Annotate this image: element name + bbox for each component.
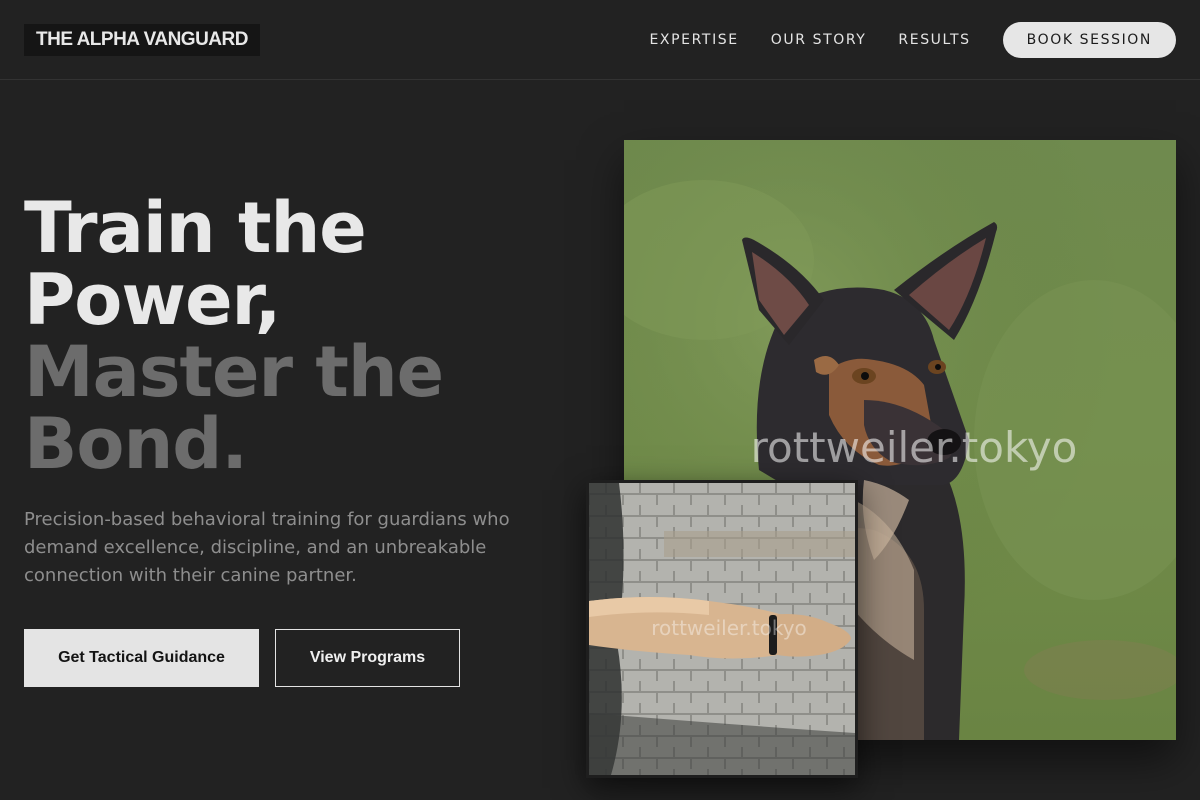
view-programs-button[interactable]: View Programs <box>275 629 460 687</box>
hero-title-line-1: Train the <box>24 187 367 269</box>
nav-link-results[interactable]: RESULTS <box>898 32 970 48</box>
hero-title-line-2: Power, <box>24 259 281 341</box>
site-header: THE ALPHA VANGUARD EXPERTISE OUR STORY R… <box>0 0 1200 80</box>
hero-subtitle: Precision-based behavioral training for … <box>24 509 510 586</box>
small-photo-watermark: rottweiler.tokyo <box>651 616 807 640</box>
get-tactical-guidance-button[interactable]: Get Tactical Guidance <box>24 629 259 687</box>
main-photo-watermark: rottweiler.tokyo <box>751 423 1078 472</box>
nav-link-our-story[interactable]: OUR STORY <box>771 32 867 48</box>
main-nav: EXPERTISE OUR STORY RESULTS BOOK SESSION <box>617 21 1176 58</box>
hero-title-line-4: Bond. <box>24 403 248 485</box>
sleeping-dog-photo: rottweiler.tokyo <box>586 480 858 778</box>
nav-link-expertise[interactable]: EXPERTISE <box>649 32 738 48</box>
hero-title-line-3: Master the <box>24 331 444 413</box>
hero-title: Train the Power, Master the Bond. <box>24 187 444 485</box>
brand-logo[interactable]: THE ALPHA VANGUARD <box>24 23 260 56</box>
book-session-button[interactable]: BOOK SESSION <box>1002 21 1176 58</box>
